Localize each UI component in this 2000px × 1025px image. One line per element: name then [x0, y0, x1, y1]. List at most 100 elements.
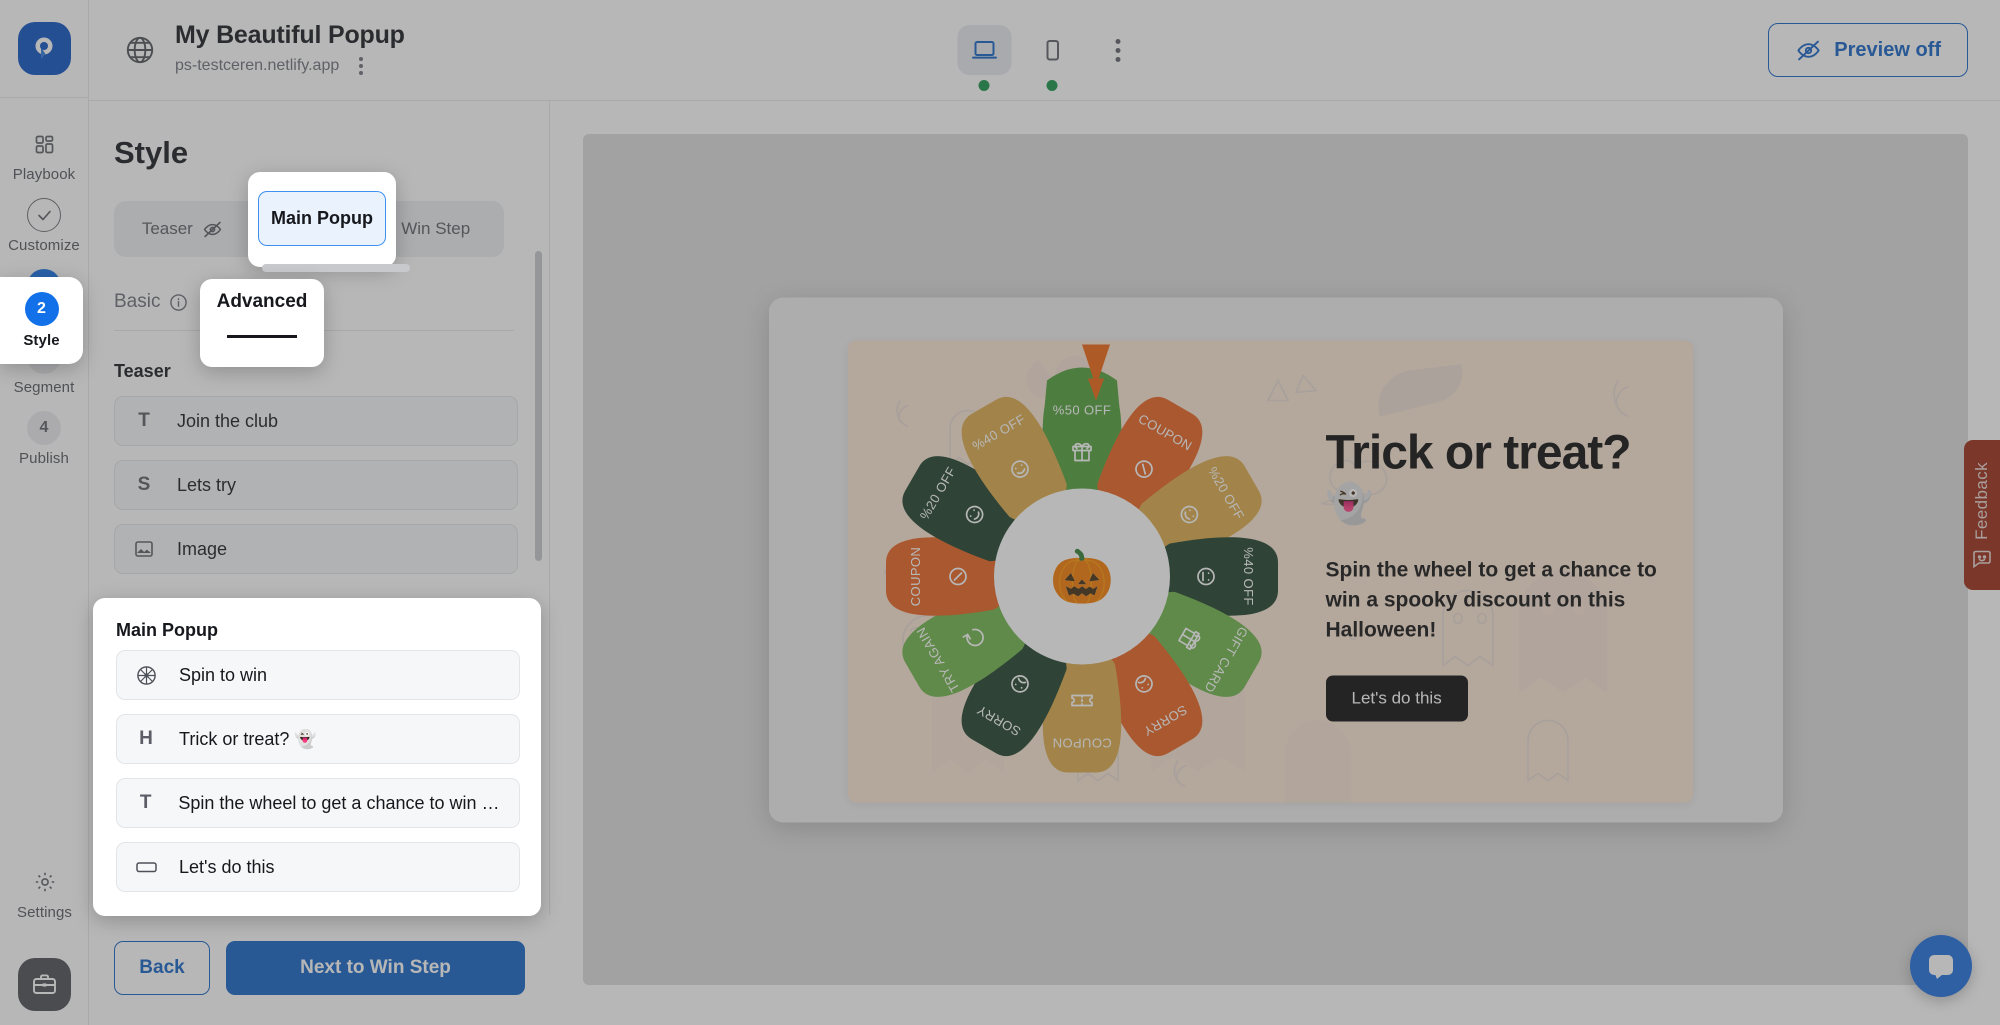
top-header: My Beautiful Popup ps-testceren.netlify.…	[89, 0, 2000, 101]
list-item-button[interactable]: Let's do this	[116, 842, 520, 892]
header-more-icon[interactable]	[1103, 31, 1132, 70]
sidebar-item-label: Segment	[13, 379, 75, 396]
app-logo[interactable]	[17, 22, 71, 75]
list-item-label: Lets try	[177, 474, 237, 495]
device-toggle-group	[957, 25, 1132, 91]
list-item[interactable]: S Lets try	[114, 460, 518, 510]
list-item-label: Join the club	[177, 410, 279, 431]
eye-off-icon	[1797, 40, 1821, 60]
list-item-spin-to-win[interactable]: Spin to win	[116, 650, 520, 700]
sidebar-item-label: Playbook	[12, 166, 76, 183]
close-icon[interactable]: ✕	[1687, 353, 1693, 389]
panel-title: Style	[114, 135, 189, 170]
feedback-tab-label: Feedback	[1972, 462, 1991, 540]
rail-divider	[0, 97, 89, 98]
tab-teaser[interactable]: Teaser	[119, 206, 246, 252]
chat-launcher-button[interactable]	[1910, 935, 1972, 997]
eye-off-icon	[203, 221, 222, 237]
device-mobile-button[interactable]	[1025, 25, 1079, 91]
briefcase-icon[interactable]	[18, 958, 71, 1011]
preview-toggle-label: Preview off	[1834, 38, 1941, 61]
grid-icon	[27, 127, 61, 161]
step-badge: 2	[24, 292, 59, 326]
sidebar-item-label: Style	[23, 332, 60, 349]
spotlight-advanced-tab: Advanced	[200, 279, 324, 367]
sidebar-item-settings[interactable]: Settings	[0, 856, 89, 927]
wheel-segment-label: %40 OFF	[1241, 547, 1256, 605]
spotlight-style-step: 2 Style	[0, 277, 83, 364]
popup-content: Trick or treat? 👻 Spin the wheel to get …	[1325, 426, 1676, 722]
more-vertical-icon[interactable]	[353, 53, 369, 79]
left-rail: Playbook Customize 2 Style 3 Segment 4	[0, 0, 89, 1025]
popup-preview: %50 OFF COUPON %20 OFF %40 OFF GIFT CARD SORR…	[847, 340, 1693, 802]
list-item-text[interactable]: T Spin the wheel to get a chance to win …	[116, 778, 520, 828]
feedback-tab[interactable]: Feedback	[1964, 440, 2000, 590]
preview-stage: %50 OFF COUPON %20 OFF %40 OFF GIFT CARD SORR…	[583, 134, 1968, 985]
wheel-segment-icon	[1071, 442, 1092, 461]
gear-icon	[28, 865, 62, 899]
list-item-label: Trick or treat? 👻	[179, 728, 317, 749]
next-to-win-step-button[interactable]: Next to Win Step	[226, 941, 525, 995]
list-item[interactable]: T Join the club	[114, 396, 518, 446]
spotlight-main-popup-list: Main Popup Spin to win H Trick or treat?…	[93, 598, 541, 916]
main-popup-row-list: Spin to win H Trick or treat? 👻 T Spin t…	[116, 650, 520, 892]
popup-heading: Trick or treat?	[1325, 426, 1632, 479]
device-desktop-button[interactable]	[957, 25, 1011, 91]
segment-tabs-shadow-bar	[262, 264, 410, 272]
wheel-icon	[135, 665, 157, 686]
back-button[interactable]: Back	[114, 941, 210, 995]
teaser-row-list: T Join the club S Lets try Image	[114, 396, 518, 574]
tab-advanced-highlight[interactable]: Advanced	[200, 291, 324, 313]
preview-toggle-button[interactable]: Preview off	[1768, 23, 1968, 77]
list-item[interactable]: Image	[114, 524, 518, 574]
spin-wheel[interactable]: %50 OFF COUPON %20 OFF %40 OFF GIFT CARD SORR…	[862, 340, 1302, 802]
page-title: My Beautiful Popup	[175, 21, 405, 49]
text-icon: T	[139, 792, 152, 813]
teaser-group-title: Teaser	[114, 361, 171, 381]
check-circle-icon	[27, 198, 61, 232]
globe-icon	[121, 31, 159, 69]
list-item-label: Spin to win	[179, 664, 268, 685]
ghost-emoji: 👻	[1325, 483, 1373, 526]
tab-main-popup-highlight[interactable]: Main Popup	[258, 191, 386, 246]
list-item-heading[interactable]: H Trick or treat? 👻	[116, 714, 520, 764]
tab-teaser-label: Teaser	[141, 219, 193, 238]
sidebar-item-label: Publish	[19, 450, 69, 467]
tab-basic[interactable]: Basic	[114, 291, 188, 330]
text-icon: T	[138, 410, 150, 431]
preview-canvas: %50 OFF COUPON %20 OFF %40 OFF GIFT CARD SORR…	[551, 101, 2000, 1025]
sidebar-item-publish[interactable]: 4 Publish	[0, 402, 89, 473]
project-domain: ps-testceren.netlify.app	[175, 57, 340, 74]
list-item-label: Image	[177, 538, 228, 559]
sidebar-item-label: Customize	[8, 237, 80, 254]
sidebar-item-label: Settings	[17, 904, 72, 921]
main-popup-group-title: Main Popup	[116, 620, 218, 640]
tab-advanced-underline	[227, 335, 297, 338]
info-icon	[170, 293, 188, 311]
list-item-label: Spin the wheel to get a chance to win a …	[178, 792, 501, 813]
image-icon	[133, 539, 155, 559]
intercom-icon	[1929, 955, 1953, 979]
button-icon	[135, 860, 157, 874]
panel-footer: Back Next to Win Step	[89, 915, 550, 1025]
tab-basic-label: Basic	[114, 291, 161, 312]
sidebar-item-playbook[interactable]: Playbook	[0, 118, 89, 189]
project-title-block: My Beautiful Popup ps-testceren.netlify.…	[175, 21, 405, 79]
heading-icon: H	[139, 728, 153, 749]
sidebar-item-customize[interactable]: Customize	[0, 189, 89, 260]
desktop-icon	[971, 41, 997, 59]
popup-description: Spin the wheel to get a chance to win a …	[1325, 558, 1657, 642]
step-badge: 4	[27, 411, 61, 445]
chat-square-icon	[1973, 550, 1991, 568]
panel-scrollbar[interactable]	[535, 251, 542, 561]
list-item-label: Let's do this	[179, 856, 275, 877]
wheel-center-emoji: 🎃	[1049, 546, 1114, 606]
wheel-segment-label: COUPON	[908, 546, 923, 605]
tab-win-step-label: Win Step	[401, 219, 471, 238]
popupsmart-logo-icon	[35, 37, 53, 59]
wheel-segment-label: COUPON	[1052, 735, 1111, 750]
popup-frame: %50 OFF COUPON %20 OFF %40 OFF GIFT CARD SORR…	[768, 297, 1783, 822]
device-status-dot	[1046, 80, 1058, 91]
popup-cta-button[interactable]: Let's do this	[1325, 675, 1468, 722]
wheel-segment-label: %50 OFF	[1052, 402, 1110, 417]
